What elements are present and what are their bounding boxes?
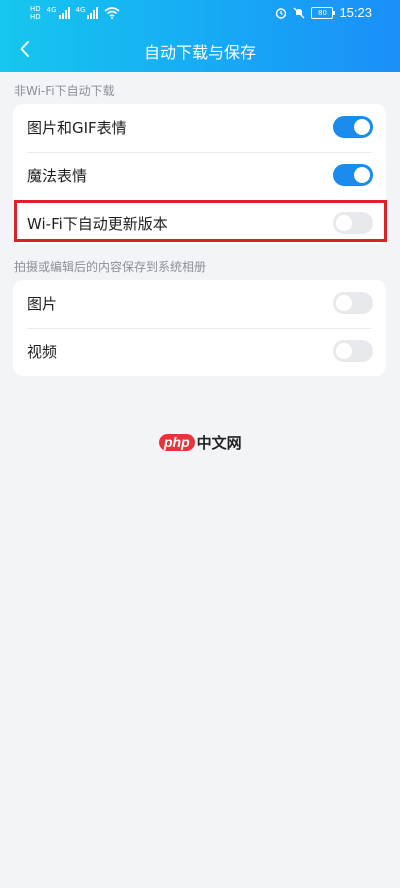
section-label-save-to-album: 拍摄或编辑后的内容保存到系统相册 (14, 260, 207, 274)
signal-icon: 4G (47, 7, 70, 19)
setting-row-images-gif[interactable]: 图片和GIF表情 (13, 104, 386, 152)
setting-row-save-photos[interactable]: 图片 (13, 280, 386, 328)
toggle-knob (354, 119, 370, 135)
sim1-label: HD (30, 5, 41, 13)
net1-label: 4G (46, 6, 57, 14)
app-header: HD HD 4G 4G 80 15:23 自动下载与保存 (0, 0, 400, 72)
clock: 15:23 (339, 5, 372, 20)
settings-card-mobile-download: 图片和GIF表情 魔法表情 Wi-Fi下自动更新版本 (13, 104, 386, 244)
setting-label: 魔法表情 (27, 167, 88, 185)
section-label-mobile-download: 非Wi-Fi下自动下载 (14, 84, 115, 98)
setting-row-magic-emoji[interactable]: 魔法表情 (13, 152, 386, 200)
sim2-label: HD (30, 13, 41, 21)
net2-label: 4G (75, 6, 86, 14)
settings-card-save-to-album: 图片 视频 (13, 280, 386, 376)
toggle-knob (354, 167, 370, 183)
magic-emoji-toggle[interactable] (333, 164, 373, 186)
watermark-text: 中文网 (196, 434, 242, 452)
watermark-badge: php (159, 434, 195, 451)
save-videos-toggle[interactable] (333, 340, 373, 362)
setting-row-wifi-auto-update[interactable]: Wi-Fi下自动更新版本 (13, 200, 386, 248)
setting-label: 视频 (27, 343, 58, 361)
images-gif-toggle[interactable] (333, 116, 373, 138)
signal-icon: 4G (76, 7, 99, 19)
status-left: HD HD 4G 4G (30, 5, 120, 21)
status-bar: HD HD 4G 4G 80 15:23 (0, 0, 400, 28)
setting-row-save-videos[interactable]: 视频 (13, 328, 386, 376)
setting-label: Wi-Fi下自动更新版本 (27, 215, 168, 233)
toggle-knob (336, 295, 352, 311)
nav-bar: 自动下载与保存 (0, 30, 400, 70)
sim-indicators: HD HD (30, 5, 41, 21)
wifi-auto-update-toggle[interactable] (333, 212, 373, 234)
mute-icon (293, 7, 305, 18)
save-photos-toggle[interactable] (333, 292, 373, 314)
page-title: 自动下载与保存 (143, 43, 256, 62)
alarm-icon (276, 7, 287, 19)
wifi-icon (104, 7, 120, 19)
watermark: php 中文网 (159, 432, 242, 453)
setting-label: 图片 (27, 295, 58, 313)
status-right: 80 15:23 (275, 5, 372, 20)
setting-label: 图片和GIF表情 (27, 119, 127, 137)
battery-icon: 80 (311, 6, 336, 19)
toggle-knob (336, 343, 352, 359)
toggle-knob (336, 215, 352, 231)
